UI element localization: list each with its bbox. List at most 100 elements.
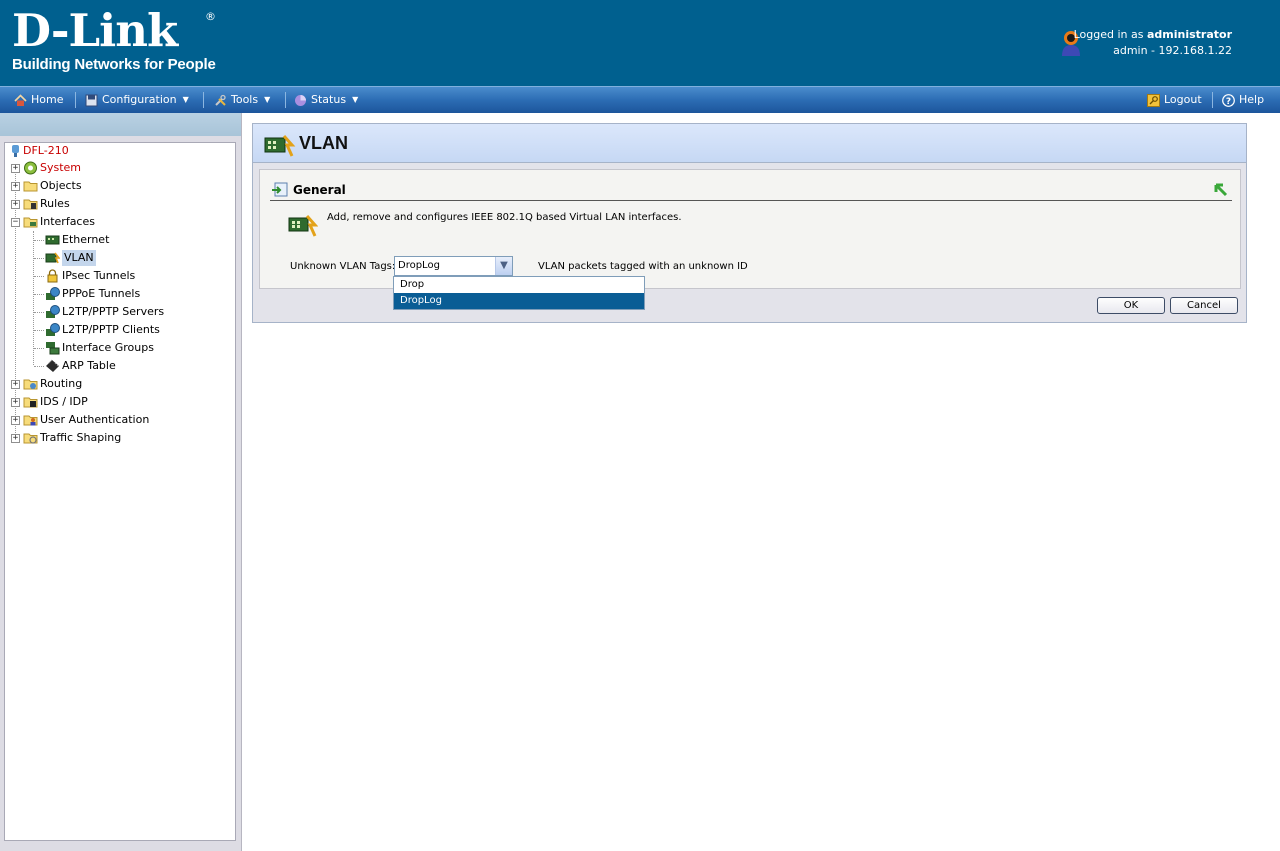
vlan-icon xyxy=(45,252,60,264)
menu-separator xyxy=(1212,92,1213,108)
key-icon xyxy=(1147,93,1160,107)
tree-item-label: Traffic Shaping xyxy=(40,431,122,444)
help-button[interactable]: ? Help xyxy=(1222,87,1264,113)
tree-connector xyxy=(34,330,44,331)
menu-separator xyxy=(203,92,204,108)
section-divider xyxy=(270,200,1232,201)
device-icon xyxy=(12,145,19,157)
header: D-Link ® Building Networks for People Lo… xyxy=(0,0,1280,86)
tools-icon xyxy=(215,94,226,106)
expand-icon[interactable]: + xyxy=(11,397,20,407)
globe-network-icon xyxy=(46,305,60,318)
menu-separator xyxy=(75,92,76,108)
expand-icon[interactable]: + xyxy=(11,181,20,191)
nav-panel-header xyxy=(0,113,241,136)
registered-mark: ® xyxy=(205,10,216,23)
menu-status-label: Status xyxy=(311,93,347,106)
tree-item-ethernet[interactable]: Ethernet xyxy=(45,232,109,248)
chevron-down-icon: ▼ xyxy=(264,95,271,104)
expand-icon[interactable]: + xyxy=(11,433,20,443)
tree-item-label: IDS / IDP xyxy=(40,395,88,408)
chevron-down-icon: ▼ xyxy=(352,95,359,104)
tree-item-label: VLAN xyxy=(62,250,96,266)
edit-arrow-icon xyxy=(272,182,288,197)
expand-icon[interactable]: + xyxy=(11,163,20,173)
menu-tools[interactable]: Tools ▼ xyxy=(214,87,270,113)
chevron-down-icon: ▼ xyxy=(182,95,189,104)
tree-connector xyxy=(34,294,44,295)
expand-icon[interactable]: + xyxy=(11,415,20,425)
menu-separator xyxy=(285,92,286,108)
logout-button[interactable]: Logout xyxy=(1147,87,1202,113)
help-label: Help xyxy=(1239,93,1265,106)
tree-connector xyxy=(34,312,44,313)
folder-icon xyxy=(23,181,38,192)
ok-button[interactable]: OK xyxy=(1097,297,1165,314)
expand-icon[interactable]: + xyxy=(11,199,20,209)
unknown-vlan-tags-label: Unknown VLAN Tags: xyxy=(290,261,396,272)
unknown-vlan-tags-select[interactable]: DropLog ▼ xyxy=(394,256,513,276)
tree-item-interfaces[interactable]: − Interfaces xyxy=(11,214,95,230)
floppy-disk-icon xyxy=(85,94,98,106)
tree-item-system[interactable]: + System xyxy=(11,160,81,176)
tree-item-rules[interactable]: + Rules xyxy=(11,196,70,212)
select-value: DropLog xyxy=(398,260,440,271)
collapse-icon[interactable]: − xyxy=(11,217,20,227)
network-card-icon xyxy=(45,235,60,245)
logged-in-prefix: Logged in as xyxy=(1073,28,1144,41)
section-title: General xyxy=(293,183,346,197)
interfaces-folder-icon xyxy=(23,217,38,228)
tree-item-ids-idp[interactable]: + IDS / IDP xyxy=(11,394,88,410)
tree-connector xyxy=(34,348,44,349)
gear-icon xyxy=(24,161,37,175)
tree-item-label: Interface Groups xyxy=(62,341,154,354)
tree-connector xyxy=(34,366,44,367)
chevron-down-icon[interactable]: ▼ xyxy=(495,257,512,275)
tree-item-label: L2TP/PPTP Clients xyxy=(62,323,160,336)
dlink-logo: D-Link ® Building Networks for People xyxy=(12,8,216,74)
svg-text:?: ? xyxy=(1226,97,1231,107)
tree-item-label: Objects xyxy=(40,179,82,192)
dropdown-option-drop[interactable]: Drop xyxy=(394,277,644,293)
tree-item-traffic-shaping[interactable]: + Traffic Shaping xyxy=(11,430,121,446)
tree-item-interface-groups[interactable]: Interface Groups xyxy=(45,340,154,356)
cancel-button[interactable]: Cancel xyxy=(1170,297,1238,314)
collapse-arrow-icon[interactable] xyxy=(1214,183,1228,199)
page-title: VLAN xyxy=(299,133,348,153)
tree-item-objects[interactable]: + Objects xyxy=(11,178,82,194)
username: administrator xyxy=(1146,28,1232,41)
logo-brand: D-Link xyxy=(12,4,178,57)
menu-configuration[interactable]: Configuration ▼ xyxy=(85,87,189,113)
tree-item-vlan[interactable]: VLAN xyxy=(45,250,96,266)
tree-item-l2tp-servers[interactable]: L2TP/PPTP Servers xyxy=(45,304,164,320)
tree-connector xyxy=(34,258,44,259)
menu-status[interactable]: Status ▼ xyxy=(294,87,358,113)
tree-item-pppoe-tunnels[interactable]: PPPoE Tunnels xyxy=(45,286,140,302)
vlan-icon xyxy=(288,215,318,237)
tree-item-user-authentication[interactable]: + User Authentication xyxy=(11,412,149,428)
menu-home-label: Home xyxy=(31,93,64,106)
section-description: Add, remove and configures IEEE 802.1Q b… xyxy=(327,212,682,223)
chip-icon xyxy=(46,359,59,372)
user-folder-icon xyxy=(23,415,38,426)
dropdown-option-droplog[interactable]: DropLog xyxy=(394,293,644,309)
ids-folder-icon xyxy=(23,397,38,408)
status-icon xyxy=(295,94,306,106)
rules-folder-icon xyxy=(23,199,38,210)
tree-item-label: PPPoE Tunnels xyxy=(62,287,141,300)
globe-network-icon xyxy=(46,287,60,300)
user-info: Logged in as administrator admin - 192.1… xyxy=(1060,27,1232,59)
interface-group-icon xyxy=(46,342,60,355)
page-title-bar: VLAN xyxy=(253,124,1246,163)
logged-in-text: Logged in as administrator xyxy=(1074,28,1232,41)
tree-item-label: IPsec Tunnels xyxy=(62,269,136,282)
tree-item-routing[interactable]: + Routing xyxy=(11,376,82,392)
expand-icon[interactable]: + xyxy=(11,379,20,389)
tree-connector xyxy=(33,231,34,365)
tree-root-dfl210[interactable]: DFL-210 xyxy=(10,143,69,159)
menu-home[interactable]: Home xyxy=(14,87,63,113)
tree-item-ipsec-tunnels[interactable]: IPsec Tunnels xyxy=(45,268,135,284)
tree-item-l2tp-clients[interactable]: L2TP/PPTP Clients xyxy=(45,322,160,338)
routing-folder-icon xyxy=(23,379,38,390)
tree-item-arp-table[interactable]: ARP Table xyxy=(45,358,116,374)
